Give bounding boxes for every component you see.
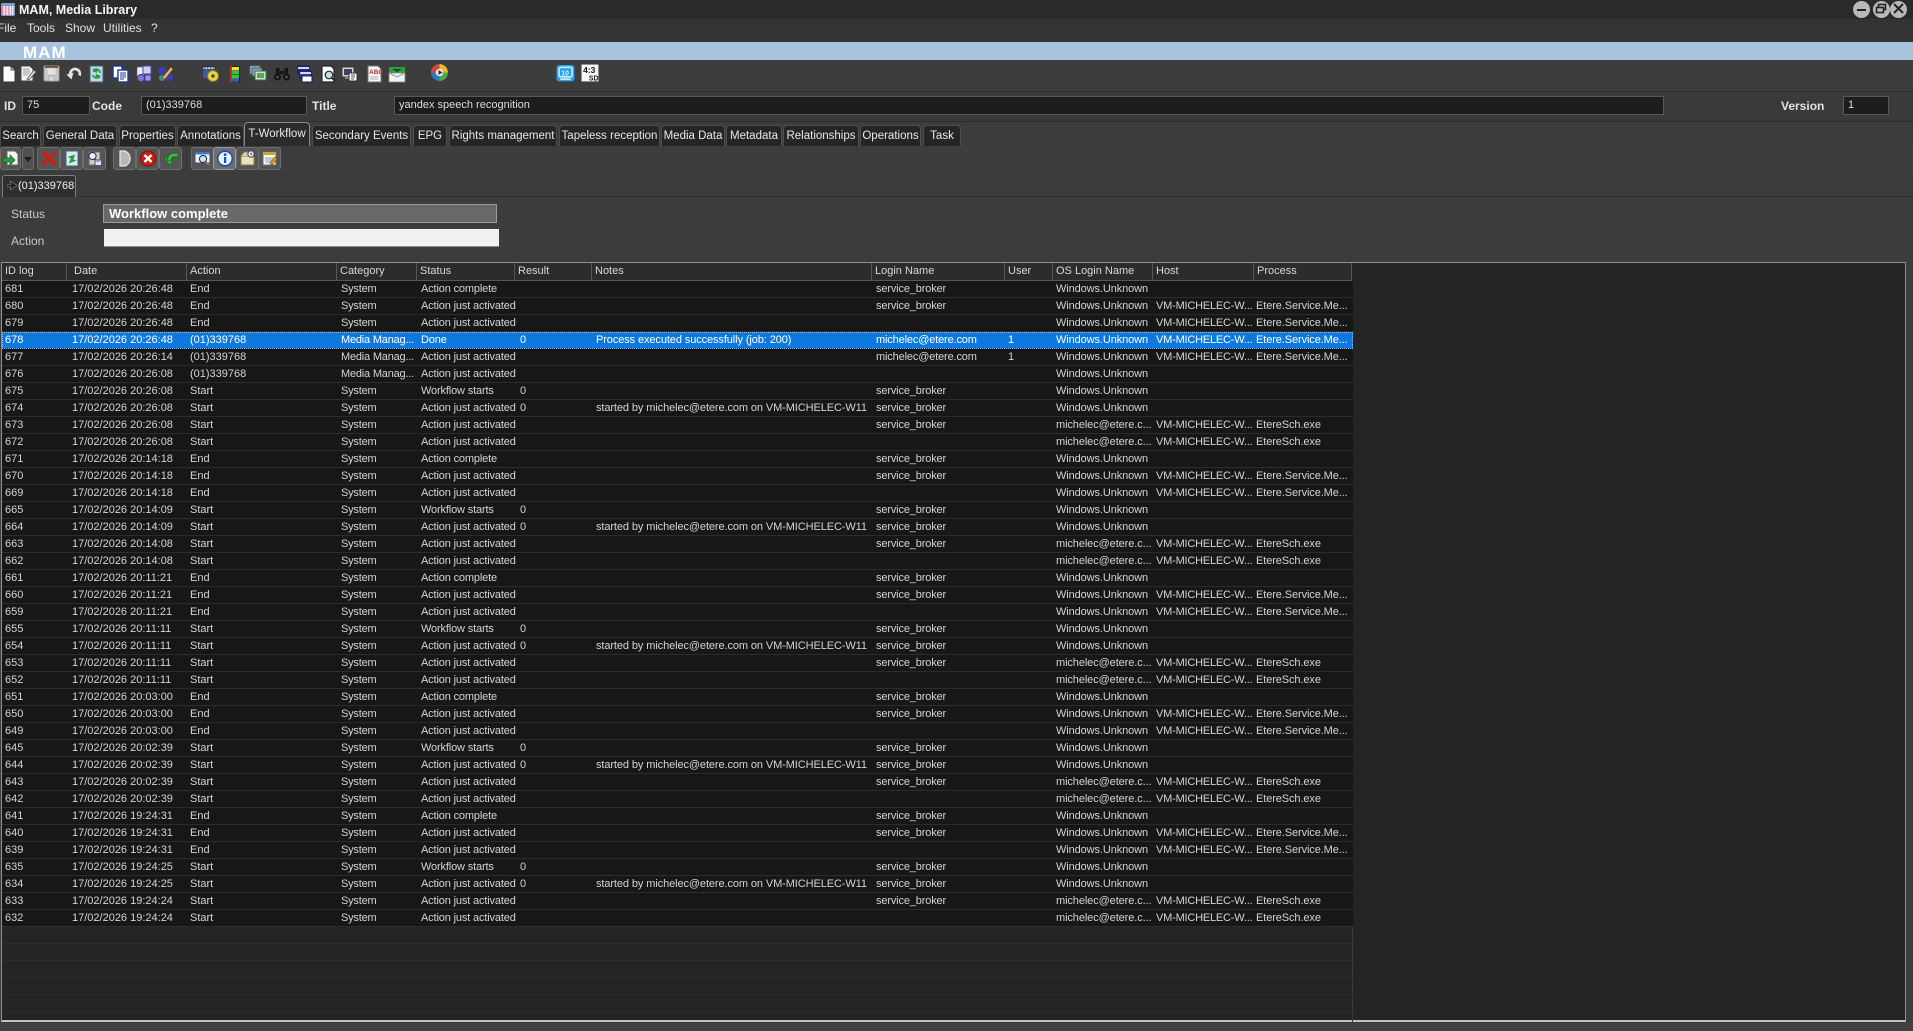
svg-text:ABC: ABC bbox=[369, 69, 383, 76]
svg-text:4:3: 4:3 bbox=[583, 65, 596, 75]
svg-text:10: 10 bbox=[561, 70, 569, 77]
svg-text:SD: SD bbox=[589, 75, 599, 82]
